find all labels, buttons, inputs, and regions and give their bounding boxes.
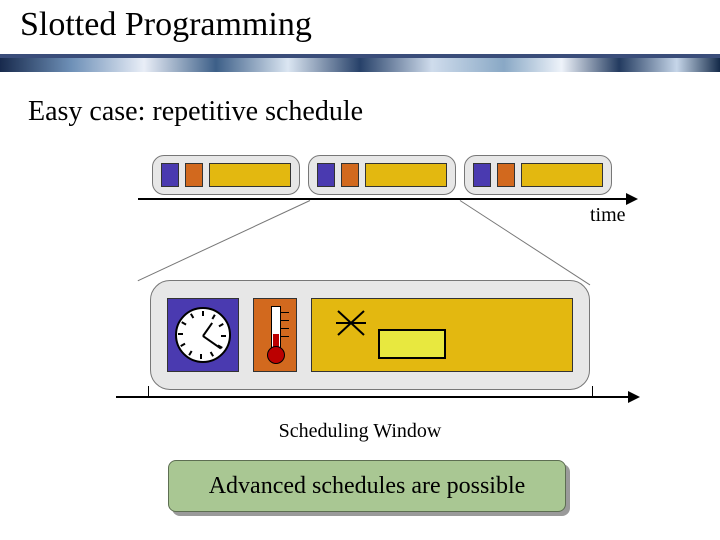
slot	[152, 155, 300, 195]
radio-antenna-icon	[334, 307, 368, 339]
scheduling-window-label: Scheduling Window	[0, 420, 720, 443]
task-yellow	[209, 163, 291, 187]
task-purple	[317, 163, 335, 187]
task-orange	[185, 163, 203, 187]
clock-task	[167, 298, 239, 372]
lead-line	[138, 200, 311, 281]
timeline-slots	[152, 155, 612, 195]
task-yellow	[521, 163, 603, 187]
window-axis-arrow	[116, 396, 638, 398]
thermometer-icon	[267, 306, 283, 364]
task-yellow	[365, 163, 447, 187]
radio-box-icon	[378, 329, 446, 359]
lead-line	[460, 200, 591, 285]
radio-task	[311, 298, 573, 372]
slot	[464, 155, 612, 195]
task-orange	[497, 163, 515, 187]
scheduling-window-detail	[150, 280, 590, 390]
slot	[308, 155, 456, 195]
clock-icon	[175, 307, 231, 363]
task-orange	[341, 163, 359, 187]
thermometer-task	[253, 298, 297, 372]
callout-text: Advanced schedules are possible	[209, 473, 526, 500]
slide: Slotted Programming Easy case: repetitiv…	[0, 0, 720, 540]
callout-box: Advanced schedules are possible	[168, 460, 566, 512]
slide-subtitle: Easy case: repetitive schedule	[28, 96, 363, 128]
task-purple	[161, 163, 179, 187]
time-axis-arrow	[138, 198, 636, 200]
time-axis-label: time	[590, 204, 626, 227]
decorative-band	[0, 58, 720, 72]
task-purple	[473, 163, 491, 187]
slide-title: Slotted Programming	[20, 6, 312, 44]
